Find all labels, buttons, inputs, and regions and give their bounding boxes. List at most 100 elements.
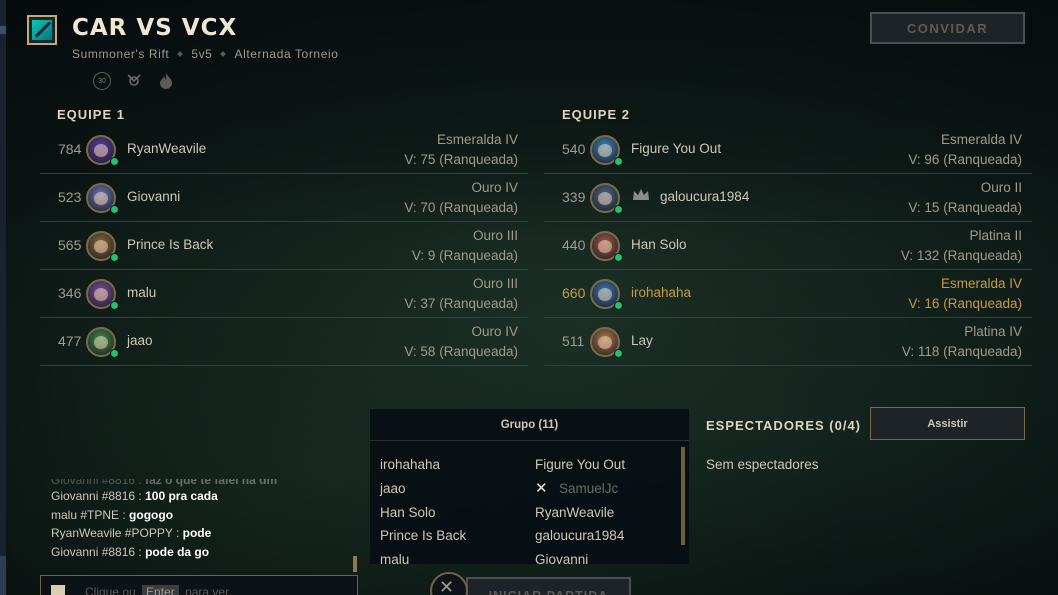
player-name[interactable]: jaao [127,333,153,348]
player-wins: V: 70 (Ranqueada) [404,200,518,215]
group-member[interactable]: Figure You Out [535,453,625,477]
group-member[interactable]: irohahaha [380,453,466,477]
chat-text: faz o que te falei na dm [145,479,278,487]
start-game-button[interactable]: INICIAR PARTIDA [466,577,631,595]
chat-user[interactable]: Giovanni #8816 [51,489,135,503]
player-mmr: 440 [562,237,586,253]
player-row[interactable]: 523 Giovanni Ouro IV V: 70 (Ranqueada) [40,174,528,222]
online-status-icon [614,349,623,358]
chat-user[interactable]: Giovanni #8816 [51,545,135,559]
group-member-name: SamuelJc [559,480,619,496]
team1-title: EQUIPE 1 [57,107,125,122]
player-row[interactable]: 346 malu Ouro III V: 37 (Ranqueada) [40,270,528,318]
invite-button[interactable]: CONVIDAR [869,11,1026,45]
avatar-face [598,336,612,349]
player-row[interactable]: 477 jaao Ouro IV V: 58 (Ranqueada) [40,318,528,366]
player-row[interactable]: 440 Han Solo Platina II V: 132 (Ranqueada) [544,222,1032,270]
player-row[interactable]: 511 Lay Platina IV V: 118 (Ranqueada) [544,318,1032,366]
pick-mode-icon [125,72,143,90]
chat-user[interactable]: Giovanni #8816 [51,479,135,487]
player-mmr: 511 [562,333,585,349]
avatar-face [598,288,612,301]
player-mmr: 784 [58,141,82,157]
online-status-icon [614,253,623,262]
player-rank: Ouro III [472,228,518,243]
chat-scrollbar[interactable] [353,556,357,572]
player-rank: Ouro III [472,276,518,291]
avatar-face [94,240,108,253]
player-name[interactable]: Lay [631,333,653,348]
player-rank: Esmeralda IV [436,132,518,147]
queue-type: Alternada Torneio [234,47,339,61]
player-name[interactable]: Han Solo [631,237,687,252]
group-member[interactable]: jaao [380,477,466,501]
online-status-icon [110,349,119,358]
chat-input[interactable]: Clique ou Enter para ver. [40,575,358,595]
player-wins: V: 9 (Ranqueada) [411,248,518,263]
player-name[interactable]: Prince Is Back [127,237,213,252]
player-name[interactable]: Figure You Out [631,141,721,156]
group-member[interactable]: Giovanni [535,548,625,572]
remove-icon[interactable]: ✕ [535,477,548,501]
player-rank: Ouro IV [471,180,518,195]
player-wins: V: 75 (Ranqueada) [404,152,518,167]
player-row[interactable]: 660 irohahaha Esmeralda IV V: 16 (Ranqueada… [544,270,1032,318]
chat-message: malu #TPNE : gogogo [51,506,277,525]
player-rank: Esmeralda IV [940,276,1022,291]
avatar-face [598,240,612,253]
chat-separator: : [172,526,183,540]
player-row[interactable]: 540 Figure You Out Esmeralda IV V: 96 (Ranq… [544,126,1032,174]
player-name[interactable]: Giovanni [127,189,180,204]
avatar-face [94,192,108,205]
player-wins: V: 58 (Ranqueada) [404,344,518,359]
group-member[interactable]: malu [380,548,466,572]
player-name[interactable]: RyanWeavile [127,141,206,156]
chat-user[interactable]: malu #TPNE [51,508,119,522]
online-status-icon [110,301,119,310]
group-member[interactable]: RyanWeavile [535,501,625,525]
chat-message: RyanWeavile #POPPY : pode [51,524,277,543]
player-row[interactable]: 784 RyanWeavile Esmeralda IV V: 75 (Ranquea… [40,126,528,174]
chat-text: pode [182,526,212,540]
player-mmr: 565 [58,237,82,253]
page-title: CAR VS VCX [72,15,238,41]
player-name[interactable]: irohahaha [631,285,691,300]
player-name[interactable]: malu [127,285,156,300]
separator-dot [220,51,227,57]
hint-text: para ver. [185,585,232,595]
player-wins: V: 96 (Ranqueada) [908,152,1022,167]
enter-key-label: Enter [142,585,179,595]
watch-button[interactable]: Assistir [870,407,1025,440]
chat-separator: : [135,544,146,559]
player-rank: Ouro II [980,180,1022,195]
chat-user[interactable]: RyanWeavile #POPPY [51,526,173,540]
group-member[interactable]: ✕ SamuelJc [535,477,625,501]
chat-text: 100 pra cada [145,489,218,503]
chat-text: pode da go [145,544,210,559]
avatar-face [598,144,612,157]
team1-list: 784 RyanWeavile Esmeralda IV V: 75 (Ranquea… [40,126,528,366]
group-member[interactable]: Prince Is Back [380,524,466,548]
player-rank: Esmeralda IV [940,132,1022,147]
player-name[interactable]: galoucura1984 [660,189,749,204]
group-member-name: malu [380,552,410,568]
chat-separator: : [135,489,146,503]
group-scrollbar[interactable] [681,447,685,545]
avatar-face [598,192,612,205]
online-status-icon [614,301,623,310]
group-member-name: Han Solo [380,504,436,520]
team2-title: EQUIPE 2 [562,107,630,122]
online-status-icon [110,157,119,166]
player-row[interactable]: 339 galoucura1984 Ouro II V: 15 (Ranqueada) [544,174,1032,222]
player-rank: Platina IV [964,324,1022,339]
group-member[interactable]: Han Solo [380,501,466,525]
player-wins: V: 16 (Ranqueada) [908,296,1022,311]
player-mmr: 523 [58,189,82,205]
chat-message: Giovanni #8816 : 100 pra cada [51,487,277,506]
leave-lobby-button[interactable]: ✕ [430,572,468,595]
group-member[interactable]: galoucura1984 [535,524,625,548]
group-member-name: Prince Is Back [380,528,467,544]
crown-icon [632,188,650,202]
separator-dot [177,51,184,57]
player-row[interactable]: 565 Prince Is Back Ouro III V: 9 (Ranqueada… [40,222,528,270]
